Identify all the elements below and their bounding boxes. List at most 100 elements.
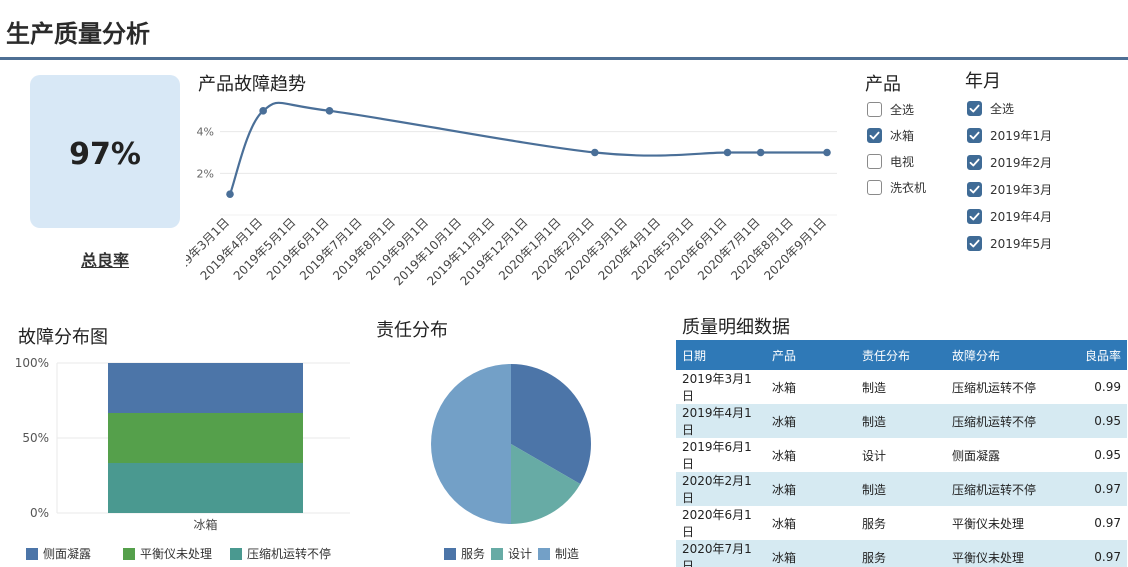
trend-data-point[interactable] <box>226 190 234 198</box>
trend-series-line <box>228 101 827 195</box>
legend-item[interactable]: 压缩机运转不停 <box>230 545 331 562</box>
table-cell: 制造 <box>862 380 887 395</box>
table-cell: 0.95 <box>1066 404 1127 438</box>
table-cell: 冰箱 <box>766 540 856 567</box>
table-row[interactable]: 2019年4月1日 冰箱 制造 压缩机运转不停 0.95 <box>676 404 1127 438</box>
month-option-label: 2019年3月 <box>990 183 1053 197</box>
bar-segment[interactable] <box>108 463 303 513</box>
trend-data-point[interactable] <box>823 148 831 157</box>
y-tick-label: 100% <box>15 356 49 370</box>
y-tick-label: 2% <box>197 167 214 180</box>
month-option-label: 2019年4月 <box>990 210 1053 224</box>
col-header-product[interactable]: 产品 <box>766 340 856 370</box>
table-row[interactable]: 2020年2月1日 冰箱 制造 压缩机运转不停 0.97 <box>676 472 1127 506</box>
legend-swatch <box>230 547 243 560</box>
legend-swatch <box>26 547 38 560</box>
pie-slice[interactable] <box>431 364 511 524</box>
legend-item[interactable]: 平衡仪未处理 <box>123 545 212 562</box>
table-row[interactable]: 2019年6月1日 冰箱 设计 侧面凝露 0.95 <box>676 438 1127 472</box>
detail-table: 日期 产品 责任分布 故障分布 良品率 2019年3月1日 冰箱 制造 压缩机运转不停… <box>676 340 1127 567</box>
table-cell: 2020年6月1日 <box>682 508 752 539</box>
checkbox[interactable] <box>867 154 882 169</box>
month-option[interactable]: 2019年2月 <box>967 154 1052 171</box>
y-tick-label: 4% <box>197 126 214 139</box>
check-icon <box>969 239 980 248</box>
check-icon <box>969 158 980 167</box>
resp-dist-chart <box>431 364 591 524</box>
legend-label: 服务 <box>461 547 486 561</box>
checkbox[interactable] <box>967 209 982 224</box>
fault-dist-legend: 侧面凝露 平衡仪未处理 压缩机运转不停 <box>26 545 349 562</box>
legend-item[interactable]: 制造 <box>538 545 579 562</box>
legend-item[interactable]: 服务 <box>444 545 485 562</box>
table-row[interactable]: 2020年7月1日 冰箱 服务 平衡仪未处理 0.97 <box>676 540 1127 567</box>
table-cell: 0.99 <box>1094 380 1121 394</box>
legend-item[interactable]: 设计 <box>491 545 532 562</box>
product-option[interactable]: 全选 <box>867 101 914 118</box>
legend-swatch <box>444 547 456 560</box>
month-option[interactable]: 2019年1月 <box>967 127 1052 144</box>
month-option[interactable]: 全选 <box>967 100 1014 117</box>
checkbox[interactable] <box>867 180 882 195</box>
col-header-responsibility[interactable]: 责任分布 <box>856 340 946 370</box>
table-row[interactable]: 2020年6月1日 冰箱 服务 平衡仪未处理 0.97 <box>676 506 1127 540</box>
page-title: 生产质量分析 <box>6 20 150 48</box>
bar-segment[interactable] <box>108 363 303 413</box>
month-option-label: 全选 <box>990 102 1015 116</box>
table-cell: 制造 <box>856 404 946 438</box>
table-cell: 设计 <box>862 448 887 463</box>
table-cell: 压缩机运转不停 <box>952 380 1037 395</box>
col-header-date[interactable]: 日期 <box>676 340 766 370</box>
trend-data-point[interactable] <box>259 107 267 115</box>
trend-data-point[interactable] <box>756 148 765 157</box>
table-cell: 制造 <box>856 472 946 506</box>
trend-data-point[interactable] <box>591 148 599 157</box>
yield-kpi-label[interactable]: 总良率 <box>30 247 180 271</box>
checkbox[interactable] <box>967 128 982 143</box>
table-cell: 0.97 <box>1094 516 1121 530</box>
table-cell: 冰箱 <box>772 516 797 531</box>
product-option[interactable]: 洗衣机 <box>867 179 926 196</box>
legend-item[interactable]: 侧面凝露 <box>26 545 91 562</box>
title-divider <box>0 57 1128 60</box>
checkbox[interactable] <box>867 102 882 117</box>
month-filter-title: 年月 <box>965 71 1001 92</box>
product-option[interactable]: 冰箱 <box>867 127 914 144</box>
month-option[interactable]: 2019年5月 <box>967 235 1052 252</box>
col-header-fault[interactable]: 故障分布 <box>946 340 1066 370</box>
trend-data-point[interactable] <box>723 148 732 157</box>
col-header-yield[interactable]: 良品率 <box>1066 340 1127 370</box>
table-cell: 0.97 <box>1066 472 1127 506</box>
table-cell: 侧面凝露 <box>952 448 1001 463</box>
check-icon <box>869 131 880 140</box>
table-header-row: 日期 产品 责任分布 故障分布 良品率 <box>676 340 1127 370</box>
table-cell: 服务 <box>862 516 887 531</box>
month-option[interactable]: 2019年3月 <box>967 181 1052 198</box>
product-filter-title: 产品 <box>865 74 901 95</box>
product-option[interactable]: 电视 <box>867 153 914 170</box>
checkbox[interactable] <box>967 182 982 197</box>
legend-label: 压缩机运转不停 <box>247 547 332 561</box>
table-cell: 冰箱 <box>772 448 797 463</box>
checkbox[interactable] <box>967 236 982 251</box>
detail-table-title: 质量明细数据 <box>682 317 790 338</box>
table-cell: 0.95 <box>1094 448 1121 462</box>
checkbox[interactable] <box>867 128 882 143</box>
legend-label: 设计 <box>508 547 533 561</box>
month-option[interactable]: 2019年4月 <box>967 208 1052 225</box>
table-cell: 平衡仪未处理 <box>946 540 1066 567</box>
table-cell: 平衡仪未处理 <box>952 516 1025 531</box>
table-cell: 冰箱 <box>766 404 856 438</box>
trend-data-point[interactable] <box>325 107 334 115</box>
table-cell: 压缩机运转不停 <box>946 472 1066 506</box>
table-row[interactable]: 2019年3月1日 冰箱 制造 压缩机运转不停 0.99 <box>676 370 1127 404</box>
table-cell: 2019年6月1日 <box>682 440 752 471</box>
table-cell: 2019年4月1日 <box>676 404 766 438</box>
legend-label: 平衡仪未处理 <box>140 547 213 561</box>
checkbox[interactable] <box>967 101 982 116</box>
bar-segment[interactable] <box>108 413 303 463</box>
month-option-label: 2019年5月 <box>990 237 1053 251</box>
legend-swatch <box>538 547 551 560</box>
check-icon <box>969 212 980 221</box>
checkbox[interactable] <box>967 155 982 170</box>
